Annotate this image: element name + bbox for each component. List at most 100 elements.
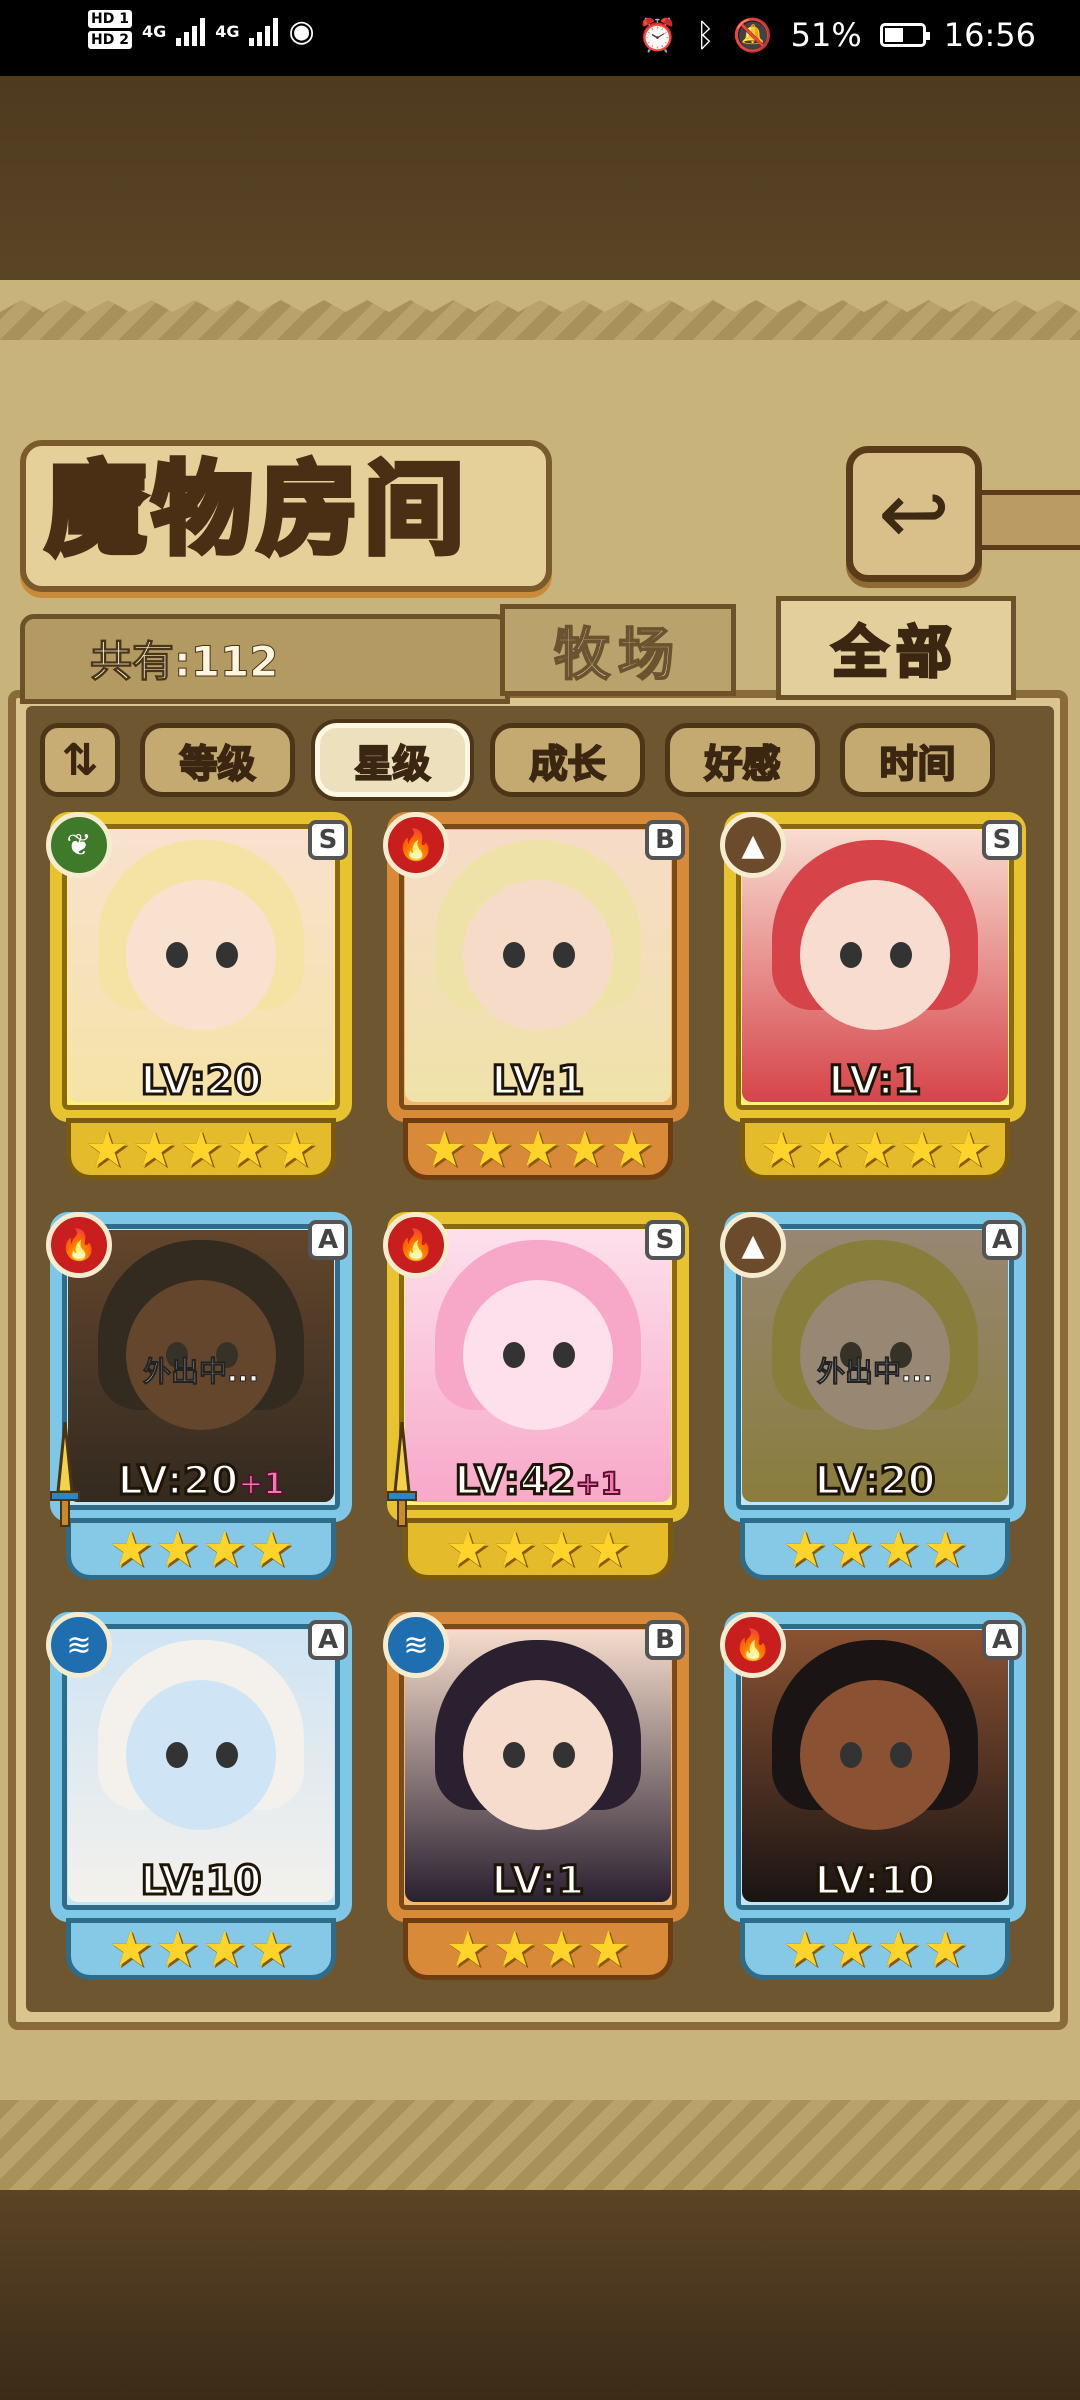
monster-count: 共有:112 xyxy=(89,637,279,687)
level-text: LV:42 xyxy=(453,1457,577,1506)
tab-all[interactable]: 全部 xyxy=(776,596,1016,700)
status-right: ⏰ ᛒ 🔕 51% 16:56 xyxy=(638,16,1036,54)
level-text: LV:20 xyxy=(139,1057,263,1106)
rank-badge: S xyxy=(645,1220,685,1260)
flame-icon: 🔥 xyxy=(720,1612,786,1678)
star-icon: ★ xyxy=(492,1520,537,1578)
monster-card[interactable]: 🔥 B LV:1 ★ ★ ★ ★ ★ xyxy=(383,812,693,1180)
monster-level: LV:20 xyxy=(720,1457,1030,1506)
sort-bar: ⇅ 等级 星级 成长 好感 时间 xyxy=(40,720,1040,800)
battery-percent: 51% xyxy=(790,16,862,54)
sort-affection-button[interactable]: 好感 xyxy=(665,723,820,797)
monster-level: LV:20 xyxy=(46,1057,356,1106)
star-icon: ★ xyxy=(852,1120,898,1178)
portrait-eye xyxy=(553,942,575,968)
star-icon: ★ xyxy=(562,1120,608,1178)
return-arrow-icon: ↩ xyxy=(877,464,951,564)
star-icon: ★ xyxy=(202,1920,247,1978)
star-rating: ★ ★ ★ ★ ★ xyxy=(66,1118,336,1180)
star-icon: ★ xyxy=(155,1920,200,1978)
sword-icon xyxy=(48,1421,82,1532)
sort-time-button[interactable]: 时间 xyxy=(840,723,995,797)
sort-affection-label: 好感 xyxy=(703,741,781,787)
rank-badge: A xyxy=(308,1620,348,1660)
star-icon: ★ xyxy=(468,1120,514,1178)
monster-level: LV:10 xyxy=(46,1857,356,1906)
tab-ranch[interactable]: 牧场 xyxy=(500,604,736,696)
page-title: 魔物房间 xyxy=(43,448,470,571)
star-icon: ★ xyxy=(202,1520,247,1578)
hd-badges: HD 1 HD 2 xyxy=(88,10,132,52)
mountain-icon: ▲ xyxy=(720,1212,786,1278)
monster-level: LV:42+1 xyxy=(383,1457,693,1506)
star-icon: ★ xyxy=(782,1520,828,1578)
away-status: 外出中... xyxy=(817,1355,934,1389)
monster-card[interactable]: ≋ A LV:10 ★ ★ ★ ★ xyxy=(46,1612,356,1980)
portrait-eye xyxy=(216,942,238,968)
star-icon: ★ xyxy=(899,1120,945,1178)
rank-badge: B xyxy=(645,1620,685,1660)
hd1-badge: HD 1 xyxy=(88,10,132,28)
portrait-face xyxy=(126,880,276,1030)
monster-card[interactable]: 🔥 S LV:42+1 ★ ★ ★ ★ xyxy=(383,1212,693,1580)
sort-order-toggle[interactable]: ⇅ xyxy=(40,723,120,797)
portrait-eye xyxy=(166,1742,188,1768)
rank-badge: B xyxy=(645,820,685,860)
star-icon: ★ xyxy=(492,1920,537,1978)
level-text: LV:1 xyxy=(827,1057,923,1106)
monster-card[interactable]: ▲ S LV:1 ★ ★ ★ ★ ★ xyxy=(720,812,1030,1180)
star-icon: ★ xyxy=(155,1520,200,1578)
monster-card[interactable]: 🔥 A LV:10 ★ ★ ★ ★ xyxy=(720,1612,1030,1980)
level-text: LV:1 xyxy=(490,1057,586,1106)
level-text: LV:20 xyxy=(116,1457,240,1506)
star-icon: ★ xyxy=(84,1120,130,1178)
water-wave-icon: ≋ xyxy=(383,1612,449,1678)
torn-edge-bottom xyxy=(0,2100,1080,2200)
rank-badge: A xyxy=(982,1220,1022,1260)
monster-level: LV:10 xyxy=(720,1857,1030,1906)
rank-badge: A xyxy=(982,1620,1022,1660)
star-rating: ★ ★ ★ ★ xyxy=(403,1918,673,1980)
flame-icon: 🔥 xyxy=(46,1212,112,1278)
monster-card[interactable]: 外出中... 🔥 A LV:20+1 ★ ★ ★ ★ xyxy=(46,1212,356,1580)
flame-icon: 🔥 xyxy=(383,812,449,878)
star-icon: ★ xyxy=(539,1920,584,1978)
back-button[interactable]: ↩ xyxy=(846,446,982,582)
monster-card[interactable]: ≋ B LV:1 ★ ★ ★ ★ xyxy=(383,1612,693,1980)
mountain-icon: ▲ xyxy=(720,812,786,878)
portrait-eye xyxy=(503,1742,525,1768)
portrait-eye xyxy=(840,1742,862,1768)
sort-growth-label: 成长 xyxy=(528,741,606,787)
monster-card[interactable]: ❦ S LV:20 ★ ★ ★ ★ ★ xyxy=(46,812,356,1180)
sort-growth-button[interactable]: 成长 xyxy=(490,723,645,797)
rank-badge: S xyxy=(308,820,348,860)
star-icon: ★ xyxy=(782,1920,828,1978)
star-icon: ★ xyxy=(515,1120,561,1178)
star-icon: ★ xyxy=(445,1920,491,1978)
portrait-face xyxy=(463,1680,613,1830)
level-text: LV:20 xyxy=(813,1457,937,1506)
sort-star-button[interactable]: 星级 xyxy=(315,723,470,797)
star-rating: ★ ★ ★ ★ xyxy=(740,1518,1010,1580)
portrait-face xyxy=(800,1680,950,1830)
map-background-bottom xyxy=(0,2190,1080,2400)
portrait-eye xyxy=(503,942,525,968)
sort-level-button[interactable]: 等级 xyxy=(140,723,295,797)
level-bonus: +1 xyxy=(574,1466,622,1503)
star-icon: ★ xyxy=(829,1920,874,1978)
star-icon: ★ xyxy=(922,1520,968,1578)
star-rating: ★ ★ ★ ★ xyxy=(740,1918,1010,1980)
back-button-rail xyxy=(968,490,1080,550)
portrait-eye xyxy=(166,942,188,968)
star-icon: ★ xyxy=(539,1520,584,1578)
level-text: LV:10 xyxy=(139,1857,263,1906)
portrait-eye xyxy=(553,1342,575,1368)
sort-star-label: 星级 xyxy=(353,741,431,787)
flame-icon: 🔥 xyxy=(383,1212,449,1278)
map-background-top xyxy=(0,76,1080,286)
monster-card[interactable]: 外出中... ▲ A LV:20 ★ ★ ★ ★ xyxy=(720,1212,1030,1580)
torn-edge-top xyxy=(0,300,1080,340)
monster-level: LV:1 xyxy=(383,1057,693,1106)
level-text: LV:10 xyxy=(813,1857,937,1906)
signal-group: HD 1 HD 2 4G 4G ◉ xyxy=(88,10,315,52)
